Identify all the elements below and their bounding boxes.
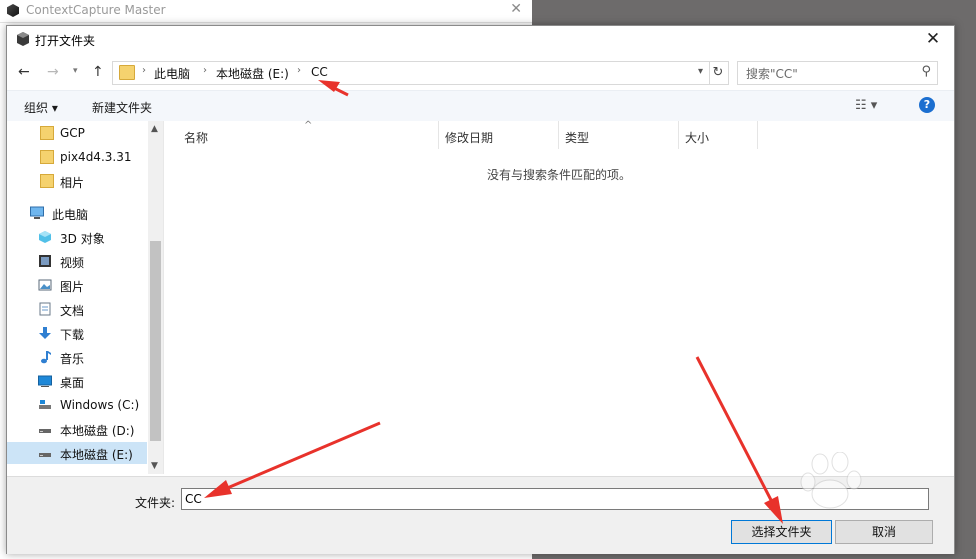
- document-icon: [39, 302, 51, 316]
- app-icon: [7, 4, 19, 17]
- column-header-name[interactable]: 名称: [178, 121, 439, 149]
- computer-icon: [30, 206, 44, 219]
- cube-icon: [39, 231, 51, 243]
- sidebar-item-label: 文档: [60, 304, 85, 318]
- sidebar-item-label: 相片: [60, 176, 85, 190]
- refresh-icon[interactable]: ↻: [708, 61, 729, 85]
- help-icon[interactable]: ?: [919, 97, 935, 113]
- column-header-label: 修改日期: [445, 131, 494, 145]
- column-header-label: 名称: [184, 131, 209, 145]
- sidebar-item-label: 此电脑: [52, 208, 89, 222]
- view-options-icon[interactable]: ☷ ▾: [855, 98, 877, 113]
- sidebar-item-label: Windows (C:): [60, 398, 140, 412]
- folder-field-label: 文件夹:: [135, 496, 176, 510]
- sidebar-item-videos[interactable]: 视频: [7, 250, 147, 272]
- scrollbar-thumb[interactable]: [150, 241, 161, 441]
- open-folder-dialog: 打开文件夹 ✕ ← → ▾ ↑ › 此电脑 › 本地磁盘 (E:) › CC ▾…: [6, 25, 955, 554]
- app-icon: [17, 32, 29, 46]
- navigation-scrollbar[interactable]: ▲ ▼: [148, 121, 163, 474]
- sidebar-item-gcp[interactable]: GCP: [7, 122, 147, 144]
- chevron-right-icon: ›: [142, 65, 146, 76]
- download-icon: [39, 327, 51, 339]
- scroll-up-icon[interactable]: ▲: [151, 124, 158, 134]
- organize-menu-button[interactable]: 组织 ▾: [24, 99, 58, 116]
- picture-icon: [38, 279, 52, 291]
- navigation-bar: ← → ▾ ↑ › 此电脑 › 本地磁盘 (E:) › CC ▾ ↻ 搜索"CC…: [7, 59, 954, 87]
- sidebar-item-drive-e[interactable]: 本地磁盘 (E:): [7, 442, 147, 464]
- drive-icon: [39, 429, 51, 433]
- sidebar-item-label: 桌面: [60, 376, 85, 390]
- close-icon[interactable]: ✕: [922, 29, 944, 49]
- breadcrumb-this-pc[interactable]: 此电脑: [154, 65, 190, 82]
- sidebar-item-3d-objects[interactable]: 3D 对象: [7, 226, 147, 248]
- drive-icon: [39, 400, 51, 409]
- recent-locations-chevron-icon[interactable]: ▾: [73, 66, 78, 76]
- sidebar-item-label: pix4d4.3.31: [60, 150, 132, 164]
- column-header-label: 类型: [565, 131, 590, 145]
- sidebar-item-drive-d[interactable]: 本地磁盘 (D:): [7, 418, 147, 440]
- breadcrumb-drive-e[interactable]: 本地磁盘 (E:): [216, 65, 289, 82]
- address-bar[interactable]: › 此电脑 › 本地磁盘 (E:) › CC ▾: [112, 61, 710, 85]
- music-icon: [41, 351, 51, 364]
- background-window-title: ContextCapture Master: [26, 3, 166, 17]
- sidebar-item-label: 下载: [60, 328, 85, 342]
- sidebar-item-label: 图片: [60, 280, 85, 294]
- dialog-footer: 文件夹: 选择文件夹 取消: [7, 476, 954, 554]
- search-icon[interactable]: ⚲: [921, 64, 931, 79]
- empty-results-message: 没有与搜索条件匹配的项。: [486, 168, 631, 182]
- toolbar: 组织 ▾ 新建文件夹 ☷ ▾ ?: [7, 90, 954, 122]
- chevron-right-icon: ›: [297, 65, 301, 76]
- cancel-button[interactable]: 取消: [835, 520, 933, 544]
- breadcrumb-cc[interactable]: CC: [311, 65, 328, 79]
- column-header-label: 大小: [685, 131, 710, 145]
- navigation-pane: GCP pix4d4.3.31 相片 此电脑 3D 对象 视频 图片 文档 下载…: [7, 121, 164, 474]
- scroll-down-icon[interactable]: ▼: [151, 461, 158, 471]
- sidebar-item-label: 视频: [60, 256, 85, 270]
- folder-name-input[interactable]: [181, 488, 929, 510]
- forward-arrow-icon[interactable]: →: [47, 64, 59, 80]
- sidebar-item-pictures[interactable]: 图片: [7, 274, 147, 296]
- folder-icon: [40, 126, 54, 140]
- desktop-icon: [38, 375, 52, 387]
- background-titlebar: ContextCapture Master ✕: [0, 0, 532, 23]
- back-arrow-icon[interactable]: ←: [18, 64, 30, 80]
- search-placeholder: 搜索"CC": [746, 67, 798, 81]
- sidebar-item-documents[interactable]: 文档: [7, 298, 147, 320]
- chevron-right-icon: ›: [203, 65, 207, 76]
- column-header-size[interactable]: 大小: [679, 121, 758, 149]
- sidebar-item-label: 音乐: [60, 352, 85, 366]
- video-icon: [39, 255, 51, 267]
- sidebar-item-downloads[interactable]: 下载: [7, 322, 147, 344]
- sidebar-item-label: 3D 对象: [60, 232, 105, 246]
- sidebar-item-label: 本地磁盘 (D:): [60, 424, 135, 438]
- sidebar-item-label: GCP: [60, 126, 85, 140]
- folder-icon: [40, 174, 54, 188]
- sidebar-item-pix4d[interactable]: pix4d4.3.31: [7, 146, 147, 168]
- sidebar-item-this-pc[interactable]: 此电脑: [7, 202, 147, 224]
- up-arrow-icon[interactable]: ↑: [92, 64, 104, 80]
- sidebar-item-label: 本地磁盘 (E:): [60, 448, 133, 462]
- column-header-type[interactable]: 类型: [559, 121, 679, 149]
- sidebar-item-music[interactable]: 音乐: [7, 346, 147, 368]
- folder-icon: [119, 65, 135, 80]
- chevron-down-icon[interactable]: ▾: [698, 66, 703, 77]
- sidebar-item-drive-c[interactable]: Windows (C:): [7, 394, 147, 416]
- select-folder-button[interactable]: 选择文件夹: [731, 520, 832, 544]
- folder-icon: [40, 150, 54, 164]
- dialog-title: 打开文件夹: [35, 34, 96, 48]
- sidebar-item-photos[interactable]: 相片: [7, 170, 147, 192]
- search-input[interactable]: 搜索"CC" ⚲: [737, 61, 938, 85]
- dialog-titlebar: 打开文件夹 ✕: [7, 26, 954, 54]
- new-folder-button[interactable]: 新建文件夹: [92, 99, 152, 116]
- drive-icon: [39, 453, 51, 457]
- sidebar-item-desktop[interactable]: 桌面: [7, 370, 147, 392]
- column-header-date-modified[interactable]: 修改日期: [439, 121, 559, 149]
- file-list: ^ 名称 修改日期 类型 大小 没有与搜索条件匹配的项。: [164, 120, 954, 474]
- background-close-icon[interactable]: ✕: [510, 1, 522, 17]
